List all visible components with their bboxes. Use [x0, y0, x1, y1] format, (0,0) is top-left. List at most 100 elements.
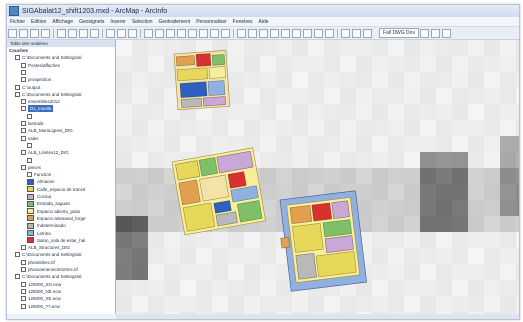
- legend-class-row[interactable]: Letrina: [7, 230, 51, 237]
- toc-layer-row[interactable]: vales: [7, 135, 39, 142]
- layer-checkbox[interactable]: [27, 172, 32, 178]
- menu-affichage[interactable]: Affichage: [52, 19, 73, 25]
- layer-checkbox[interactable]: [15, 91, 20, 97]
- layer-checkbox[interactable]: [21, 281, 26, 287]
- toc-layer-row[interactable]: [7, 113, 34, 120]
- legend-class-row[interactable]: Entrada_zaguan: [7, 200, 70, 207]
- menu-inserer[interactable]: Inserer: [110, 19, 126, 25]
- menu-geosignets[interactable]: Geosignets: [79, 19, 104, 25]
- toc-layer-row[interactable]: ensembles2012: [7, 98, 60, 105]
- undo-icon[interactable]: [106, 28, 115, 38]
- identify-icon[interactable]: [270, 28, 279, 38]
- legend-class-row[interactable]: Indeterminado: [7, 222, 66, 229]
- toc-layer-row[interactable]: 125000_??.ecw: [7, 303, 60, 310]
- time-slider-icon[interactable]: [325, 28, 334, 38]
- layer-checkbox[interactable]: [21, 259, 26, 265]
- dropdown-icon[interactable]: [419, 28, 429, 38]
- map-view[interactable]: [116, 40, 519, 314]
- toc-layer-row[interactable]: [7, 69, 28, 76]
- menu-fenetres[interactable]: Fenetres: [233, 19, 253, 25]
- legend-class-row[interactable]: Espacio abierto_patio: [7, 208, 80, 215]
- layer-checkbox[interactable]: [21, 296, 26, 302]
- open-icon[interactable]: [19, 28, 28, 38]
- toc-layer-row[interactable]: C:\Documents and Settings\al: [7, 91, 82, 98]
- legend-class-row[interactable]: Calle_espacio de transit: [7, 186, 85, 193]
- menu-personnaliser[interactable]: Personnaliser: [196, 19, 227, 25]
- redo-icon[interactable]: [117, 28, 126, 38]
- zoom-out-icon[interactable]: [155, 28, 164, 38]
- layer-checkbox[interactable]: [21, 288, 26, 294]
- editor-icon[interactable]: [341, 28, 350, 38]
- toc-layer-row[interactable]: lasmaib: [7, 120, 44, 127]
- menu-aide[interactable]: Aide: [259, 19, 269, 25]
- legend-class-row[interactable]: Salon_sala de estar_hal: [7, 237, 85, 244]
- forward-icon[interactable]: [221, 28, 230, 38]
- layer-checkbox[interactable]: [21, 69, 26, 75]
- toc-layer-row[interactable]: Couches: [7, 47, 28, 54]
- layer-checkbox[interactable]: [21, 62, 26, 68]
- fixed-zoom-in-icon[interactable]: [188, 28, 197, 38]
- layer-checkbox[interactable]: [27, 142, 32, 148]
- html-popup-icon[interactable]: [314, 28, 323, 38]
- copy-icon[interactable]: [68, 28, 77, 38]
- toc-layer-row[interactable]: [7, 142, 34, 149]
- toc-layer-row[interactable]: photoaerienne2010rec.tif: [7, 266, 78, 273]
- layer-checkbox[interactable]: [27, 157, 32, 163]
- cut-icon[interactable]: [57, 28, 66, 38]
- toc-layer-row[interactable]: 125000_SO.ecw: [7, 281, 61, 288]
- layer-checkbox[interactable]: [15, 84, 20, 90]
- map-canvas[interactable]: [116, 40, 519, 314]
- paste-icon[interactable]: [79, 28, 88, 38]
- layer-checkbox[interactable]: [15, 55, 20, 61]
- back-icon[interactable]: [210, 28, 219, 38]
- toc-layer-row[interactable]: pieces: [7, 164, 41, 171]
- toc-layer-row[interactable]: prospection: [7, 76, 51, 83]
- toc-layer-row[interactable]: Dx_moelle: [7, 105, 54, 113]
- pan-icon[interactable]: [166, 28, 175, 38]
- georef-icon[interactable]: [363, 28, 372, 38]
- toc-layer-row[interactable]: Postes/affaches: [7, 62, 60, 69]
- print-icon[interactable]: [41, 28, 50, 38]
- menu-selection[interactable]: Selection: [132, 19, 153, 25]
- toc-layer-row[interactable]: C:\Documents and Settings\al: [7, 54, 82, 61]
- arctoolbox-icon[interactable]: [441, 28, 451, 38]
- layer-checkbox[interactable]: [21, 128, 26, 134]
- toc-layer-row[interactable]: ALB_Structures_DIG: [7, 244, 70, 251]
- add-data-icon[interactable]: [128, 28, 137, 38]
- layer-checkbox[interactable]: [21, 303, 26, 309]
- sketch-icon[interactable]: [352, 28, 361, 38]
- layer-checkbox[interactable]: [15, 252, 20, 258]
- layer-combo[interactable]: Fall DWG Dov: [379, 28, 419, 38]
- toc-layer-row[interactable]: Function: [7, 171, 51, 178]
- layer-checkbox[interactable]: [21, 106, 26, 112]
- measure-icon[interactable]: [292, 28, 301, 38]
- legend-class-row[interactable]: Espacio artesanal_forge: [7, 215, 86, 222]
- legend-class-row[interactable]: Cocina: [7, 193, 51, 200]
- new-icon[interactable]: [8, 28, 17, 38]
- layer-checkbox[interactable]: [21, 267, 26, 272]
- toc-layer-row[interactable]: 125000_NE.ecw: [7, 288, 61, 295]
- toc-layer-row[interactable]: photo5lnec.tif: [7, 259, 55, 266]
- toc-layer-row[interactable]: ALB_Limites12_DIG: [7, 149, 69, 156]
- layer-checkbox[interactable]: [21, 135, 26, 141]
- toc-layer-row[interactable]: C:\output: [7, 84, 40, 91]
- toc-tree[interactable]: Couches C:\Documents and Settings\al Poste…: [7, 47, 115, 314]
- toc-layer-row[interactable]: ALB_MursLignes_DIG: [7, 127, 73, 134]
- hyperlink-icon[interactable]: [303, 28, 312, 38]
- select-features-icon[interactable]: [237, 28, 246, 38]
- layer-checkbox[interactable]: [27, 113, 32, 119]
- layer-checkbox[interactable]: [21, 150, 26, 156]
- layer-checkbox[interactable]: [15, 274, 20, 280]
- toc-layer-row[interactable]: C:\Documents and Settings\al: [7, 273, 82, 280]
- menu-geotraitement[interactable]: Geotraitement: [159, 19, 191, 25]
- fixed-zoom-out-icon[interactable]: [199, 28, 208, 38]
- layer-checkbox[interactable]: [21, 164, 26, 170]
- layer-checkbox[interactable]: [21, 245, 26, 251]
- toc-layer-row[interactable]: C:\Documents and Settings\al: [7, 251, 82, 258]
- find-icon[interactable]: [281, 28, 290, 38]
- delete-icon[interactable]: [90, 28, 99, 38]
- zoom-in-icon[interactable]: [144, 28, 153, 38]
- full-extent-icon[interactable]: [177, 28, 186, 38]
- layer-checkbox[interactable]: [21, 99, 26, 105]
- legend-class-row[interactable]: Almacen: [7, 178, 55, 185]
